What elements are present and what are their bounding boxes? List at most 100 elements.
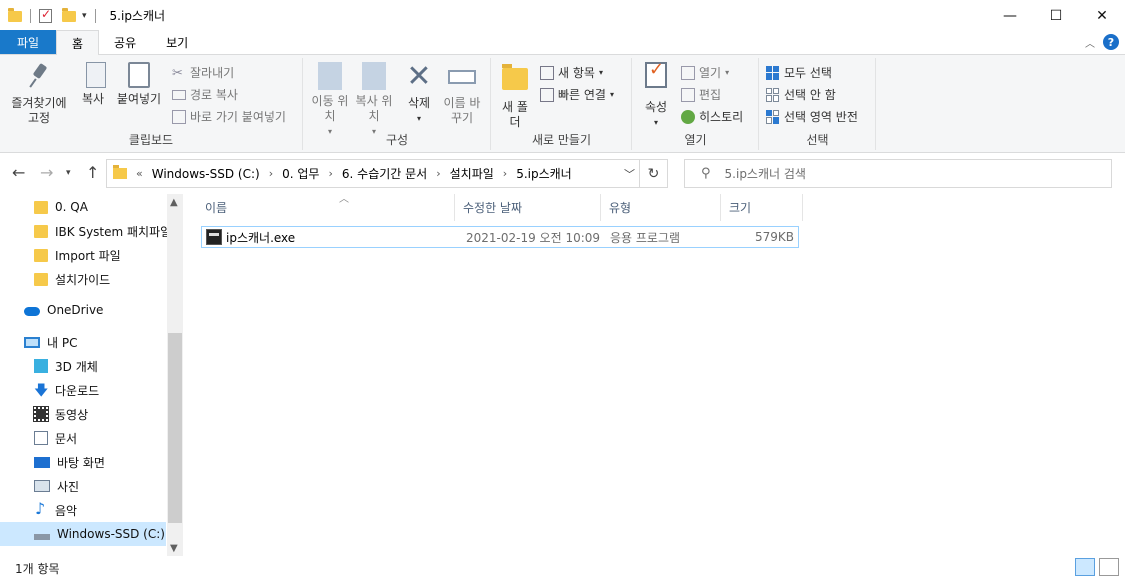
breadcrumb-item[interactable]: 5.ip스캐너 <box>516 165 572 182</box>
open-group-label: 열기 <box>684 133 707 147</box>
copy-path-button[interactable]: 경로 복사 <box>172 86 238 103</box>
new-item-label: 새 항목 <box>558 66 595 80</box>
new-folder-button[interactable]: 새 폴더 <box>500 62 530 130</box>
history-button[interactable]: 히스토리 <box>681 108 743 125</box>
chevron-down-icon: ▾ <box>653 118 658 127</box>
forward-arrow-icon[interactable]: → <box>40 163 53 182</box>
copy-to-label: 복사 위치 <box>355 94 393 123</box>
address-history-chevron-icon[interactable]: ﹀ <box>624 166 635 182</box>
nav-item-desktop[interactable]: 바탕 화면 <box>0 450 166 474</box>
column-header-label: 이름 <box>205 201 228 215</box>
column-header-type[interactable]: 유형 <box>603 194 721 221</box>
properties-icon[interactable] <box>39 7 52 23</box>
move-to-button[interactable]: 이동 위치 ▾ <box>310 62 350 139</box>
table-row[interactable]: ip스캐너.exe 2021-02-19 오전 10:09 응용 프로그램 57… <box>201 226 799 248</box>
back-arrow-icon[interactable]: ← <box>12 163 25 182</box>
tab-share[interactable]: 공유 <box>99 30 151 54</box>
tab-home[interactable]: 홈 <box>56 30 100 55</box>
nav-item-pictures[interactable]: 사진 <box>0 474 166 498</box>
column-header-size[interactable]: 크기 <box>723 194 803 221</box>
paste-shortcut-button[interactable]: 바로 가기 붙여넣기 <box>172 108 286 125</box>
nav-item-windows-ssd[interactable]: Windows-SSD (C:) <box>0 522 166 546</box>
nav-item-downloads[interactable]: 다운로드 <box>0 378 166 404</box>
maximize-button[interactable]: ☐ <box>1033 0 1079 31</box>
document-icon <box>34 431 48 445</box>
chevron-right-icon[interactable]: › <box>503 167 507 180</box>
nav-item-import[interactable]: Import 파일 <box>0 243 166 267</box>
new-folder-icon[interactable] <box>62 8 76 22</box>
easy-access-button[interactable]: 빠른 연결 ▾ <box>540 86 614 103</box>
copy-button[interactable]: 복사 <box>78 62 108 107</box>
column-header-name[interactable]: ︿ 이름 <box>199 194 455 221</box>
breadcrumb-item[interactable]: Windows-SSD (C:) <box>152 167 260 181</box>
title-bar: ▾ 5.ip스캐너 — ☐ ✕ <box>0 0 1125 31</box>
scroll-down-icon[interactable]: ▼ <box>170 543 178 554</box>
download-icon <box>34 380 48 404</box>
nav-item-music[interactable]: 음악 <box>0 498 166 522</box>
paste-button[interactable]: 붙여넣기 <box>114 62 164 107</box>
pin-to-quick-access-button[interactable]: 즐겨찾기에 고정 <box>6 62 72 126</box>
copy-icon <box>85 62 106 88</box>
nav-item-label: Import 파일 <box>55 248 121 263</box>
close-button[interactable]: ✕ <box>1079 0 1125 31</box>
details-view-button[interactable] <box>1075 558 1095 576</box>
organize-group: 이동 위치 ▾ 복사 위치 ▾ ✕ 삭제 ▾ 이름 바꾸기 구성 <box>304 58 491 150</box>
scroll-up-icon[interactable]: ▲ <box>170 197 178 208</box>
cut-button[interactable]: ✂ 잘라내기 <box>172 64 234 81</box>
select-none-icon <box>766 87 780 102</box>
open-button[interactable]: 열기 ▾ <box>681 64 729 81</box>
tab-file[interactable]: 파일 <box>0 30 56 54</box>
select-all-button[interactable]: 모두 선택 <box>766 64 832 81</box>
large-icons-view-button[interactable] <box>1099 558 1119 576</box>
nav-item-ibk-patch[interactable]: IBK System 패치파일 <box>0 219 171 243</box>
chevron-right-icon[interactable]: › <box>269 167 273 180</box>
overflow-chevron-icon[interactable]: « <box>136 167 143 180</box>
column-header-label: 크기 <box>729 201 752 215</box>
chevron-right-icon[interactable]: › <box>436 167 440 180</box>
invert-selection-button[interactable]: 선택 영역 반전 <box>766 108 858 125</box>
select-none-label: 선택 안 함 <box>784 88 836 102</box>
easy-access-label: 빠른 연결 <box>558 88 606 102</box>
properties-button[interactable]: 속성 ▾ <box>639 62 673 130</box>
address-bar[interactable]: « Windows-SSD (C:) › 0. 업무 › 6. 수습기간 문서 … <box>106 159 668 188</box>
select-all-icon <box>766 65 780 80</box>
copy-to-button[interactable]: 복사 위치 ▾ <box>354 62 394 139</box>
nav-item-3d-objects[interactable]: 3D 개체 <box>0 354 166 378</box>
up-arrow-icon[interactable]: ↑ <box>86 163 99 182</box>
select-all-label: 모두 선택 <box>784 66 832 80</box>
open-group: 속성 ▾ 열기 ▾ 편집 히스토리 열기 <box>633 58 759 150</box>
new-item-button[interactable]: 새 항목 ▾ <box>540 64 603 81</box>
select-none-button[interactable]: 선택 안 함 <box>766 86 836 103</box>
rename-button[interactable]: 이름 바꾸기 <box>442 62 482 126</box>
nav-item-documents[interactable]: 문서 <box>0 426 166 450</box>
nav-item-videos[interactable]: 동영상 <box>0 402 166 426</box>
collapse-ribbon-icon[interactable]: ︿ <box>1085 35 1095 50</box>
edit-button[interactable]: 편집 <box>681 86 721 103</box>
copy-path-label: 경로 복사 <box>190 88 238 102</box>
open-icon <box>681 65 695 80</box>
help-icon[interactable]: ? <box>1103 34 1119 50</box>
new-group-label: 새로 만들기 <box>531 133 591 147</box>
nav-item-install-guide[interactable]: 설치가이드 <box>0 267 166 291</box>
chevron-right-icon[interactable]: › <box>328 167 332 180</box>
nav-item-qa[interactable]: 0. QA <box>0 195 166 219</box>
delete-button[interactable]: ✕ 삭제 ▾ <box>402 62 436 126</box>
status-bar: 1개 항목 <box>0 556 1125 580</box>
nav-scrollbar[interactable]: ▲ ▼ <box>167 194 183 556</box>
nav-item-onedrive[interactable]: OneDrive <box>0 298 166 322</box>
tab-view[interactable]: 보기 <box>151 30 203 54</box>
customize-toolbar-chevron-icon[interactable]: ▾ <box>82 11 87 21</box>
breadcrumb-item[interactable]: 설치파일 <box>450 165 494 182</box>
breadcrumb-item[interactable]: 6. 수습기간 문서 <box>342 165 427 182</box>
breadcrumb-item[interactable]: 0. 업무 <box>282 165 319 182</box>
nav-item-this-pc[interactable]: 내 PC <box>0 330 166 354</box>
scissors-icon: ✂ <box>172 65 183 81</box>
search-box[interactable]: ⚲ 5.ip스캐너 검색 <box>684 159 1112 188</box>
scrollbar-thumb[interactable] <box>168 333 182 523</box>
minimize-button[interactable]: — <box>987 0 1033 31</box>
recent-locations-chevron-icon[interactable]: ▾ <box>66 168 71 178</box>
new-folder-icon <box>502 64 528 90</box>
refresh-icon[interactable]: ↻ <box>639 160 667 187</box>
column-header-modified[interactable]: 수정한 날짜 <box>457 194 601 221</box>
invert-selection-icon <box>766 109 780 124</box>
